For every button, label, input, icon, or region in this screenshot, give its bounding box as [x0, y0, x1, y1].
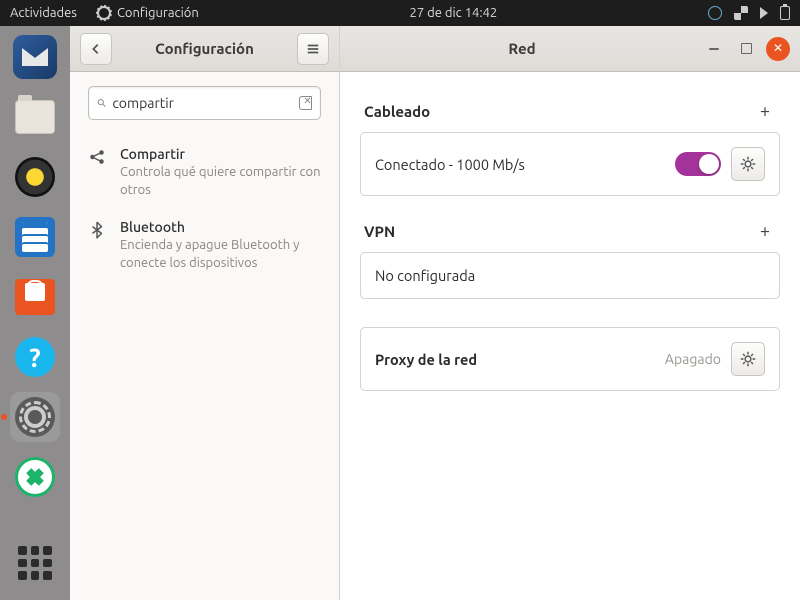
network-icon	[734, 6, 748, 20]
dock-help[interactable]: ?	[10, 332, 60, 382]
dock-rhythmbox[interactable]	[10, 152, 60, 202]
main-headerbar: Red	[340, 26, 800, 72]
battery-icon	[780, 6, 790, 20]
result-title: Bluetooth	[120, 219, 321, 235]
main-title: Red	[350, 40, 694, 57]
close-button[interactable]	[766, 37, 790, 61]
settings-window: Configuración Compartir Controla qué qui…	[70, 26, 800, 600]
result-subtitle: Controla qué quiere compartir con otros	[120, 164, 321, 199]
dock-writer[interactable]	[10, 212, 60, 262]
network-content: Cableado + Conectado - 1000 Mb/s VPN + N	[340, 72, 800, 407]
vpn-section-head: VPN +	[364, 220, 776, 242]
volume-icon	[760, 7, 768, 19]
dock-show-apps[interactable]	[10, 538, 60, 588]
add-wired-button[interactable]: +	[754, 100, 776, 122]
back-button[interactable]	[80, 33, 112, 65]
result-title: Compartir	[120, 146, 321, 162]
hamburger-icon	[306, 42, 320, 56]
dock: ?	[0, 26, 70, 600]
remmina-icon	[15, 457, 55, 497]
search-box[interactable]	[88, 86, 321, 120]
software-icon	[15, 279, 55, 315]
writer-icon	[15, 217, 55, 257]
vpn-card: No configurada	[360, 252, 780, 299]
main-pane: Red Cableado + Conectado - 1000 Mb/s	[340, 26, 800, 600]
proxy-card: Proxy de la red Apagado	[360, 327, 780, 391]
app-menu-label: Configuración	[117, 6, 199, 20]
dock-settings[interactable]	[10, 392, 60, 442]
activities-button[interactable]: Actividades	[10, 6, 77, 20]
sidebar-title: Configuración	[120, 40, 289, 57]
result-compartir[interactable]: Compartir Controla qué quiere compartir …	[70, 136, 339, 209]
app-menu[interactable]: Configuración	[97, 6, 199, 20]
wired-card: Conectado - 1000 Mb/s	[360, 132, 780, 196]
gear-icon	[739, 350, 757, 368]
wired-status: Conectado - 1000 Mb/s	[375, 156, 665, 173]
bluetooth-icon	[88, 221, 106, 243]
chevron-left-icon	[89, 42, 103, 56]
minimize-button[interactable]	[702, 37, 726, 61]
rhythmbox-icon	[15, 157, 55, 197]
gear-icon	[739, 155, 757, 173]
search-input[interactable]	[112, 95, 293, 111]
vpn-heading: VPN	[364, 223, 395, 240]
vpn-status: No configurada	[375, 267, 765, 284]
maximize-button[interactable]	[734, 37, 758, 61]
sidebar-headerbar: Configuración	[70, 26, 339, 72]
wired-settings-button[interactable]	[731, 147, 765, 181]
support-icon	[708, 6, 722, 20]
apps-grid-icon	[18, 546, 52, 580]
dock-files[interactable]	[10, 92, 60, 142]
result-bluetooth[interactable]: Bluetooth Encienda y apague Bluetooth y …	[70, 209, 339, 282]
dock-software[interactable]	[10, 272, 60, 322]
search-icon	[97, 96, 106, 110]
clear-search-button[interactable]	[299, 96, 312, 110]
add-vpn-button[interactable]: +	[754, 220, 776, 242]
files-icon	[15, 100, 55, 134]
gear-icon	[97, 6, 111, 20]
thunderbird-icon	[13, 35, 57, 79]
settings-icon	[15, 397, 55, 437]
proxy-settings-button[interactable]	[731, 342, 765, 376]
search-row	[70, 72, 339, 130]
help-icon: ?	[15, 337, 55, 377]
dock-remmina[interactable]	[10, 452, 60, 502]
sidebar-pane: Configuración Compartir Controla qué qui…	[70, 26, 340, 600]
proxy-status: Apagado	[665, 351, 721, 367]
wired-toggle[interactable]	[675, 152, 721, 176]
search-results: Compartir Controla qué quiere compartir …	[70, 130, 339, 288]
wired-section-head: Cableado +	[364, 100, 776, 122]
hamburger-button[interactable]	[297, 33, 329, 65]
dock-thunderbird[interactable]	[10, 32, 60, 82]
result-subtitle: Encienda y apague Bluetooth y conecte lo…	[120, 237, 321, 272]
system-tray[interactable]	[708, 6, 790, 20]
share-icon	[88, 148, 106, 170]
proxy-label: Proxy de la red	[375, 351, 655, 368]
clock[interactable]: 27 de dic 14:42	[199, 6, 708, 20]
wired-heading: Cableado	[364, 103, 430, 120]
top-panel: Actividades Configuración 27 de dic 14:4…	[0, 0, 800, 26]
